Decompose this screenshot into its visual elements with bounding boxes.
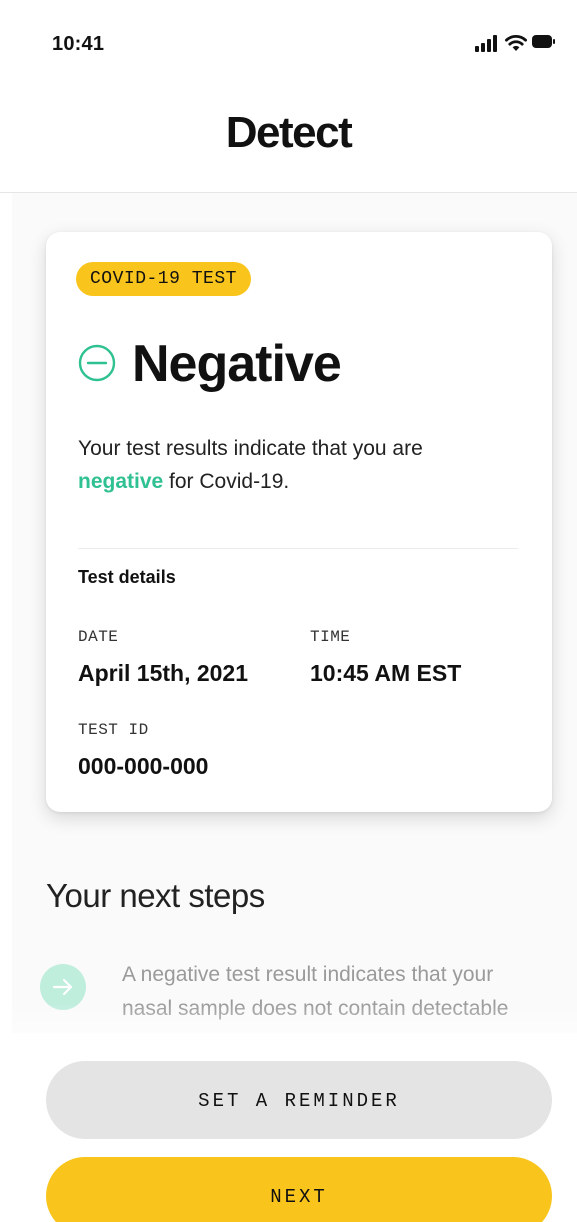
status-icons (475, 32, 555, 56)
signal-icon (475, 34, 499, 52)
result-message-highlight: negative (78, 470, 164, 493)
test-id-value: 000-000-000 (78, 753, 209, 779)
next-steps-heading: Your next steps (46, 877, 265, 914)
status-bar: 10:41 (0, 0, 577, 92)
card-divider (78, 548, 518, 549)
time-value: 10:45 AM EST (310, 660, 462, 686)
result-card: COVID-19 TEST Negative Your test results… (46, 232, 552, 812)
page-title: Detect (225, 108, 353, 157)
test-type-badge: COVID-19 TEST (76, 262, 251, 296)
status-time: 10:41 (52, 33, 105, 55)
minus-circle-icon (78, 344, 116, 382)
set-reminder-button[interactable]: SET A REMINDER (46, 1061, 552, 1139)
test-details-heading: Test details (78, 567, 176, 587)
date-value: April 15th, 2021 (78, 660, 249, 686)
battery-icon (532, 35, 556, 49)
next-button[interactable]: NEXT (46, 1157, 552, 1222)
result-message-prefix: Your test results indicate that you are (78, 437, 423, 460)
test-id-label: TEST ID (78, 721, 149, 739)
result-message-suffix: for Covid-19. (163, 470, 290, 493)
result-message: Your test results indicate that you are … (78, 432, 498, 498)
result-screen: 10:41 Detect COVID-19 TEST Negative Your… (0, 0, 577, 1222)
date-label: DATE (78, 628, 119, 646)
result-status-title: Negative (132, 335, 342, 393)
time-label: TIME (310, 628, 351, 646)
wifi-icon (505, 35, 527, 51)
